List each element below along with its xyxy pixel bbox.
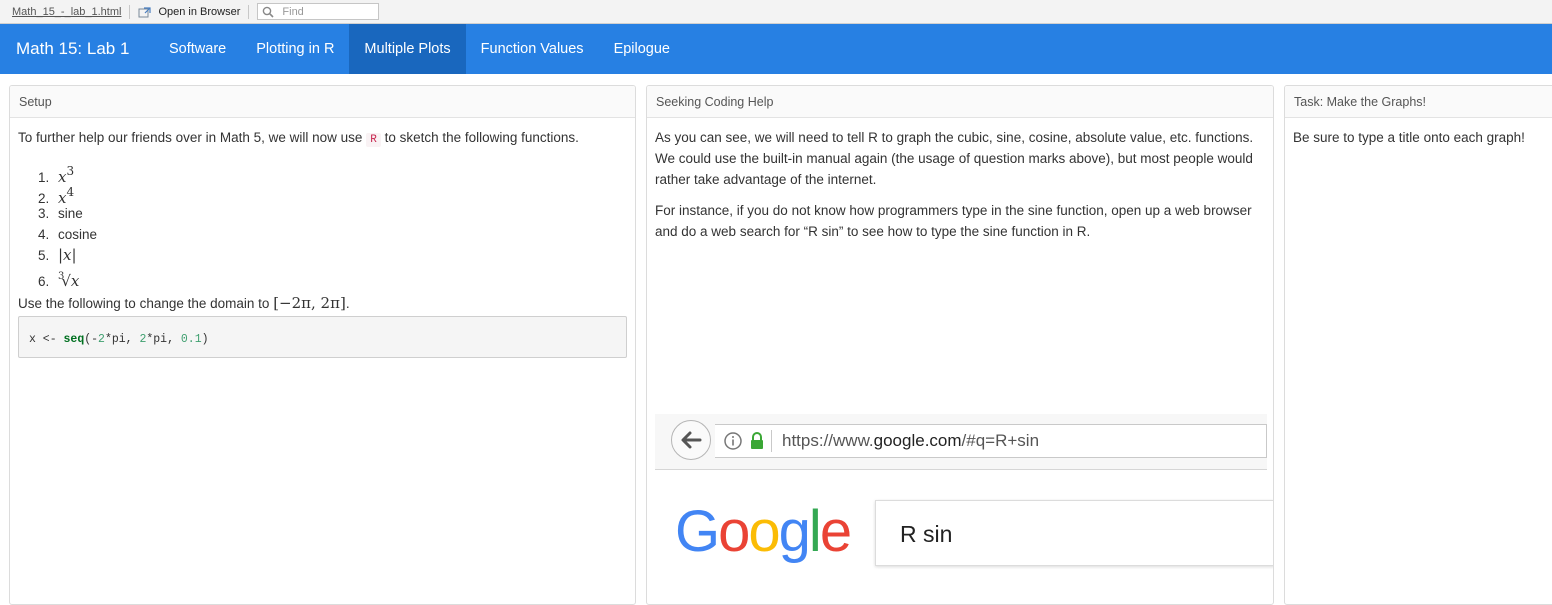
- task-panel: Task: Make the Graphs! Be sure to type a…: [1284, 85, 1552, 605]
- inline-code-r: R: [366, 133, 381, 147]
- google-logo: Google: [675, 498, 852, 565]
- math-abs-x: |x|: [58, 246, 77, 264]
- logo-letter: e: [819, 499, 852, 564]
- logo-letter: l: [808, 499, 822, 564]
- find-input[interactable]: Find: [257, 3, 380, 20]
- list-number: 4.: [38, 227, 50, 242]
- setup-panel-body: To further help our friends over in Math…: [10, 118, 635, 367]
- math-domain: [−2π, 2π]: [273, 294, 346, 312]
- nav-item-plotting-in-r[interactable]: Plotting in R: [241, 24, 349, 74]
- url-divider: [771, 430, 772, 452]
- nav-item-epilogue[interactable]: Epilogue: [599, 24, 685, 74]
- setup-intro: To further help our friends over in Math…: [18, 127, 627, 151]
- url-rest: /#q=R+sin: [961, 431, 1040, 450]
- google-search-box: R sin: [875, 500, 1273, 566]
- toolbar-divider: [129, 4, 131, 19]
- nav-item-function-values[interactable]: Function Values: [466, 24, 599, 74]
- logo-letter: o: [748, 499, 780, 564]
- logo-letter: g: [778, 499, 811, 564]
- domain-period: .: [345, 296, 350, 311]
- setup-panel-title: Setup: [10, 86, 635, 118]
- top-navbar: Math 15: Lab 1 Software Plotting in R Mu…: [0, 24, 1552, 74]
- code-token: *pi,: [104, 333, 140, 346]
- logo-letter: o: [718, 499, 750, 564]
- search-query-text: R sin: [900, 521, 953, 547]
- nav-item-multiple-plots[interactable]: Multiple Plots: [349, 24, 466, 74]
- list-item: 5. |x|: [38, 245, 627, 266]
- math-cube-root-x: 3√x: [58, 266, 79, 292]
- coding-help-panel-body: As you can see, we will need to tell R t…: [647, 118, 1273, 261]
- list-item: 6. 3√x: [38, 266, 627, 290]
- domain-text: Use the following to change the domain t…: [18, 296, 270, 311]
- find-placeholder: Find: [282, 5, 304, 18]
- math-exponent: 3: [66, 164, 75, 178]
- list-number: 6.: [38, 274, 50, 289]
- open-in-browser-button[interactable]: Open in Browser: [138, 6, 240, 18]
- google-search-screenshot: https://www.google.com/#q=R+sin Google R…: [655, 414, 1273, 604]
- coding-help-para-2: For instance, if you do not know how pro…: [655, 203, 1252, 239]
- code-token: (-: [84, 333, 99, 346]
- url-domain: google.com: [873, 431, 962, 450]
- code-var: x <-: [29, 333, 64, 346]
- code-number: 2: [98, 333, 105, 346]
- code-block[interactable]: x <- seq(-2*pi, 2*pi, 0.1): [18, 316, 627, 358]
- logo-letter: G: [675, 499, 720, 564]
- intro-text: To further help our friends over in Math…: [18, 130, 363, 145]
- toolbar-divider: [248, 4, 250, 19]
- file-name-link[interactable]: Math_15_-_lab_1.html: [0, 6, 121, 18]
- root-radicand: √x: [61, 272, 80, 290]
- list-item: 3. sine: [38, 203, 627, 224]
- code-token: *pi,: [146, 333, 181, 346]
- viewer-toolbar: Math_15_-_lab_1.html Open in Browser Fin…: [0, 0, 1552, 24]
- back-arrow-icon: [671, 420, 711, 460]
- navbar-brand[interactable]: Math 15: Lab 1: [0, 24, 154, 74]
- code-token: ): [201, 333, 209, 346]
- task-panel-body: Be sure to type a title onto each graph!: [1285, 118, 1552, 167]
- lock-icon: [751, 432, 763, 449]
- task-panel-title: Task: Make the Graphs!: [1285, 86, 1552, 118]
- list-item: 2. x4: [38, 182, 627, 207]
- nav-item-software[interactable]: Software: [154, 24, 241, 74]
- coding-help-panel-title: Seeking Coding Help: [647, 86, 1273, 118]
- search-icon: [263, 6, 274, 18]
- list-item: 4. cosine: [38, 224, 627, 245]
- function-name: sine: [58, 206, 83, 221]
- list-item: 1. x3: [38, 161, 627, 186]
- list-number: 3.: [38, 206, 50, 221]
- math-exponent: 4: [66, 185, 75, 199]
- coding-help-para-1: As you can see, we will need to tell R t…: [655, 130, 1254, 187]
- list-number: 1.: [38, 170, 50, 185]
- list-number: 5.: [38, 248, 50, 263]
- coding-help-panel: Seeking Coding Help As you can see, we w…: [646, 85, 1274, 605]
- domain-sentence: Use the following to change the domain t…: [18, 293, 627, 314]
- open-browser-icon: [138, 6, 152, 18]
- code-number: 0.1: [180, 333, 202, 346]
- intro-text-end: to sketch the following functions.: [384, 130, 579, 145]
- browser-address-bar: https://www.google.com/#q=R+sin: [655, 414, 1267, 470]
- url-text: https://www.google.com/#q=R+sin: [782, 431, 1039, 451]
- url-field: https://www.google.com/#q=R+sin: [715, 424, 1267, 458]
- code-function: seq: [63, 333, 85, 346]
- info-icon: [724, 432, 742, 450]
- function-name: cosine: [58, 227, 98, 242]
- task-text: Be sure to type a title onto each graph!: [1293, 130, 1525, 145]
- open-in-browser-label: Open in Browser: [158, 5, 241, 18]
- function-list: 1. x3 2. x4 3. sine 4. cosine 5. |x| 6. …: [38, 161, 627, 290]
- url-prefix: https://www.: [782, 431, 874, 450]
- setup-panel: Setup To further help our friends over i…: [9, 85, 636, 605]
